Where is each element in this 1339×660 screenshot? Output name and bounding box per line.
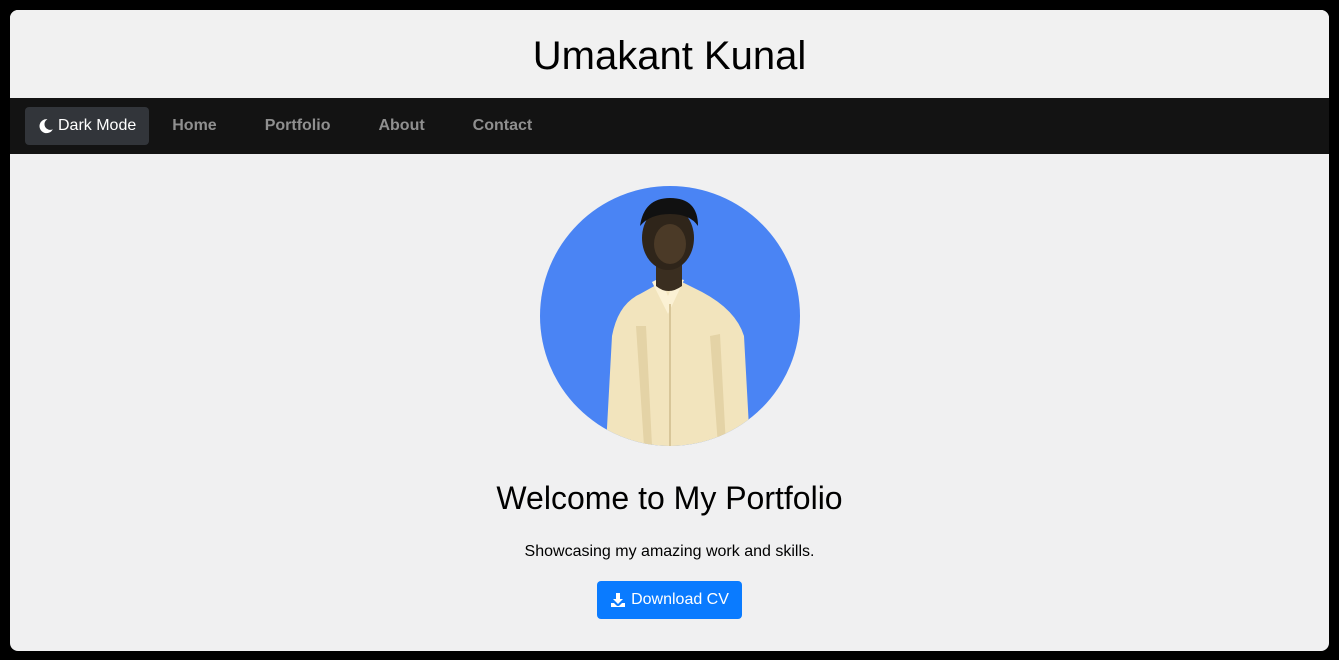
welcome-heading: Welcome to My Portfolio xyxy=(496,480,843,516)
profile-photo xyxy=(606,198,750,446)
page: Umakant Kunal Dark Mode Home Portfolio A… xyxy=(10,10,1329,651)
moon-icon xyxy=(38,118,54,134)
download-cv-label: Download CV xyxy=(631,591,729,608)
nav-link-home[interactable]: Home xyxy=(172,117,216,135)
navbar: Dark Mode Home Portfolio About Contact xyxy=(10,98,1329,154)
nav-link-portfolio[interactable]: Portfolio xyxy=(265,117,331,135)
avatar xyxy=(540,186,800,446)
hero-section: Welcome to My Portfolio Showcasing my am… xyxy=(10,154,1329,651)
download-cv-button[interactable]: Download CV xyxy=(597,581,742,619)
download-icon xyxy=(610,592,626,608)
site-header: Umakant Kunal xyxy=(10,10,1329,98)
tagline: Showcasing my amazing work and skills. xyxy=(524,543,815,560)
dark-mode-button[interactable]: Dark Mode xyxy=(25,107,150,145)
dark-mode-label: Dark Mode xyxy=(58,117,137,134)
site-title: Umakant Kunal xyxy=(532,33,807,78)
nav-link-contact[interactable]: Contact xyxy=(473,117,533,135)
nav-link-about[interactable]: About xyxy=(378,117,424,135)
